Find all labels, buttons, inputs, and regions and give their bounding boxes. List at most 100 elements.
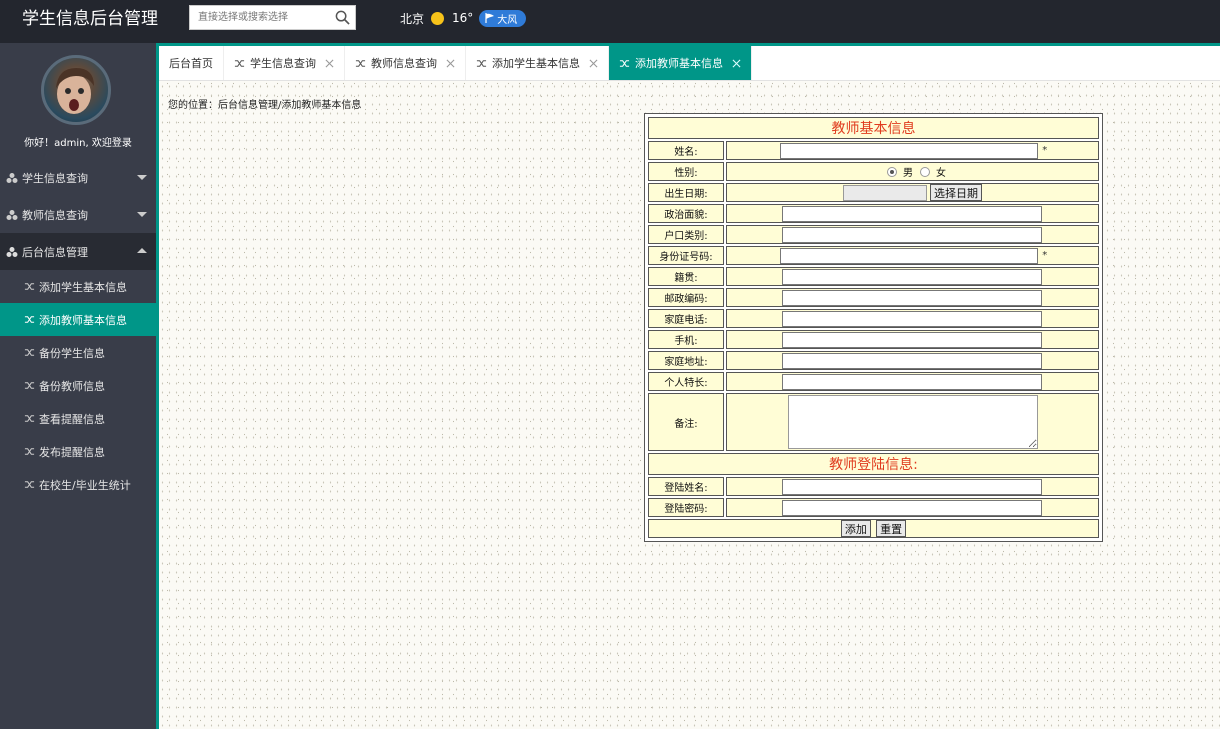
- tab-label: 添加学生基本信息: [492, 57, 580, 70]
- tab-bar: 后台首页 学生信息查询 教师信息查询 添加学生基本信息 添加教师基本信息: [159, 46, 1220, 81]
- sidebar-group-teacher-query[interactable]: 教师信息查询: [0, 196, 156, 233]
- tab-student-query[interactable]: 学生信息查询: [224, 46, 345, 80]
- tab-label: 学生信息查询: [250, 57, 316, 70]
- notes-textarea[interactable]: [788, 395, 1038, 449]
- idcard-input[interactable]: [780, 247, 1038, 264]
- field-label: 政治面貌:: [648, 204, 724, 223]
- field-cell: [726, 351, 1099, 370]
- close-icon[interactable]: [589, 59, 598, 68]
- cluster-icon: [6, 246, 18, 257]
- sidebar-item-add-teacher[interactable]: 添加教师基本信息: [0, 303, 156, 336]
- politics-input[interactable]: [782, 205, 1042, 222]
- close-icon[interactable]: [732, 59, 741, 68]
- shuffle-icon: [24, 382, 35, 389]
- sidebar-group-label: 教师信息查询: [22, 208, 88, 222]
- sidebar-group-student-query[interactable]: 学生信息查询: [0, 159, 156, 196]
- cluster-icon: [6, 172, 18, 183]
- shuffle-icon: [24, 349, 35, 356]
- login-password-input[interactable]: [782, 499, 1042, 516]
- tab-home[interactable]: 后台首页: [159, 46, 224, 80]
- gender-radio-group: 男 女: [727, 164, 1098, 179]
- shuffle-icon: [24, 283, 35, 290]
- sidebar-item-label: 备份学生信息: [39, 346, 105, 360]
- field-label: 个人特长:: [648, 372, 724, 391]
- search-input[interactable]: [190, 6, 330, 29]
- sidebar-item-view-reminders[interactable]: 查看提醒信息: [0, 402, 156, 435]
- native-place-input[interactable]: [782, 268, 1042, 285]
- sidebar-item-label: 发布提醒信息: [39, 445, 105, 459]
- field-cell: [726, 330, 1099, 349]
- shuffle-icon: [24, 481, 35, 488]
- field-label: 姓名:: [648, 141, 724, 160]
- cluster-icon: [6, 209, 18, 220]
- mobile-input[interactable]: [782, 331, 1042, 348]
- sun-icon: [431, 11, 445, 25]
- sidebar-item-backup-teacher[interactable]: 备份教师信息: [0, 369, 156, 402]
- field-label: 籍贯:: [648, 267, 724, 286]
- birth-date-input[interactable]: [843, 184, 927, 201]
- main-content: 后台首页 学生信息查询 教师信息查询 添加学生基本信息 添加教师基本信息 您的位…: [156, 43, 1220, 729]
- sidebar-nav: 学生信息查询 教师信息查询 后台信息管理 添加学生基本信息 添加教师基本信息 备…: [0, 159, 156, 501]
- hukou-input[interactable]: [782, 226, 1042, 243]
- birth-date-group: 选择日期: [727, 184, 1098, 201]
- shuffle-icon: [355, 59, 366, 67]
- sidebar-item-statistics[interactable]: 在校生/毕业生统计: [0, 468, 156, 501]
- sidebar-item-label: 备份教师信息: [39, 379, 105, 393]
- field-cell: [726, 309, 1099, 328]
- sidebar-item-add-student[interactable]: 添加学生基本信息: [0, 270, 156, 303]
- sidebar-item-label: 在校生/毕业生统计: [39, 478, 131, 492]
- sidebar: 你好！admin, 欢迎登录 学生信息查询 教师信息查询 后台信息管理 添加学生…: [0, 43, 156, 729]
- field-label: 身份证号码:: [648, 246, 724, 265]
- field-cell: [726, 498, 1099, 517]
- field-label: 出生日期:: [648, 183, 724, 202]
- tab-add-student[interactable]: 添加学生基本信息: [466, 46, 609, 80]
- shuffle-icon: [476, 59, 487, 67]
- gender-male-radio[interactable]: [887, 166, 897, 177]
- field-cell: *: [726, 141, 1099, 160]
- sidebar-group-label: 学生信息查询: [22, 171, 88, 185]
- field-cell: [726, 393, 1099, 451]
- shuffle-icon: [619, 59, 630, 67]
- sidebar-item-publish-reminder[interactable]: 发布提醒信息: [0, 435, 156, 468]
- gender-female-radio[interactable]: [920, 166, 930, 177]
- search-box[interactable]: [189, 5, 356, 30]
- close-icon[interactable]: [446, 59, 455, 68]
- postcode-input[interactable]: [782, 289, 1042, 306]
- field-label: 户口类别:: [648, 225, 724, 244]
- name-input[interactable]: [780, 142, 1038, 159]
- field-cell: [726, 204, 1099, 223]
- sidebar-group-admin[interactable]: 后台信息管理: [0, 233, 156, 270]
- login-name-input[interactable]: [782, 478, 1042, 495]
- form-actions: 添加 重置: [648, 519, 1099, 538]
- tab-add-teacher[interactable]: 添加教师基本信息: [609, 46, 752, 80]
- flag-icon: [485, 13, 495, 23]
- add-button[interactable]: 添加: [840, 520, 871, 537]
- shuffle-icon: [24, 448, 35, 455]
- choose-date-button[interactable]: 选择日期: [930, 184, 982, 201]
- shuffle-icon: [234, 59, 245, 67]
- close-icon[interactable]: [325, 59, 334, 68]
- field-label: 备注:: [648, 393, 724, 451]
- avatar: [41, 55, 111, 125]
- login-section-title: 教师登陆信息:: [648, 453, 1099, 475]
- field-cell: [726, 225, 1099, 244]
- field-label: 家庭地址:: [648, 351, 724, 370]
- field-cell: [726, 477, 1099, 496]
- form-table: 教师基本信息 姓名: * 性别: 男 女 出生日期: 选择日期 政治面貌: 户口…: [646, 115, 1101, 540]
- reset-button[interactable]: 重置: [876, 520, 907, 537]
- home-phone-input[interactable]: [782, 310, 1042, 327]
- search-icon[interactable]: [335, 10, 350, 25]
- field-cell: [726, 372, 1099, 391]
- chevron-down-icon: [137, 212, 147, 217]
- shuffle-icon: [24, 415, 35, 422]
- address-input[interactable]: [782, 352, 1042, 369]
- gender-male-label: 男: [903, 168, 913, 179]
- required-mark: *: [1042, 145, 1048, 156]
- shuffle-icon: [24, 316, 35, 323]
- sidebar-item-label: 添加教师基本信息: [39, 313, 127, 327]
- specialty-input[interactable]: [782, 373, 1042, 390]
- tab-label: 添加教师基本信息: [635, 57, 723, 70]
- welcome-text: 你好！admin, 欢迎登录: [24, 138, 132, 149]
- sidebar-item-backup-student[interactable]: 备份学生信息: [0, 336, 156, 369]
- tab-teacher-query[interactable]: 教师信息查询: [345, 46, 466, 80]
